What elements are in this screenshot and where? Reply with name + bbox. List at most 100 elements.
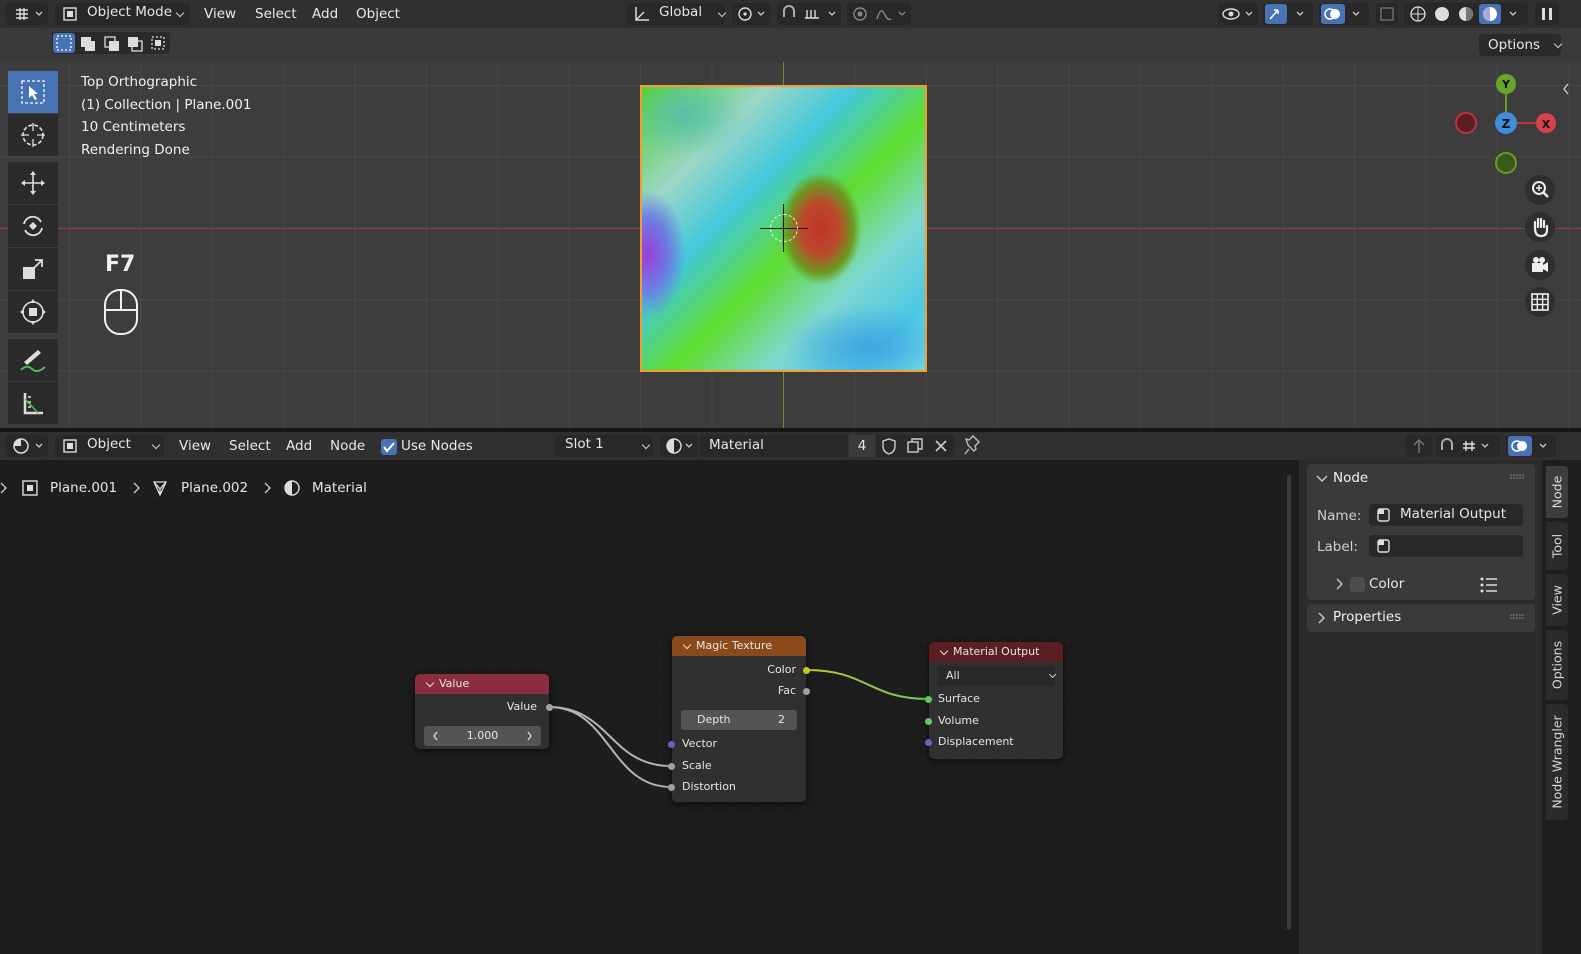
- menu-select[interactable]: Select: [255, 4, 297, 24]
- tab-view[interactable]: View: [1546, 574, 1568, 626]
- tab-node-label: Node: [1549, 475, 1565, 509]
- menu-add[interactable]: Add: [312, 4, 338, 24]
- output-target-dropdown[interactable]: All: [938, 666, 1057, 686]
- sidebar-expand-icon[interactable]: [1561, 82, 1571, 96]
- chevron-right-icon[interactable]: [1316, 612, 1328, 624]
- use-nodes-checkbox[interactable]: [381, 439, 397, 455]
- arrow-up-icon: [1413, 439, 1425, 453]
- list-icon[interactable]: [1479, 576, 1499, 594]
- move-tool[interactable]: [8, 162, 58, 204]
- drag-handle-icon[interactable]: [1509, 473, 1525, 483]
- annotate-tool[interactable]: [8, 339, 58, 381]
- xray-toggle[interactable]: [1376, 3, 1398, 25]
- options-label: Options: [1488, 37, 1541, 53]
- duplicate-icon[interactable]: [902, 435, 928, 457]
- navigation-gizmo[interactable]: Y Z X: [1452, 68, 1562, 178]
- magic-scale-socket[interactable]: [668, 763, 675, 770]
- node-menu-add[interactable]: Add: [286, 436, 312, 456]
- visibility-dropdown[interactable]: [1218, 3, 1258, 25]
- overlays-toggle[interactable]: [1319, 3, 1369, 25]
- pan-button[interactable]: [1525, 212, 1555, 242]
- rotate-tool[interactable]: [8, 205, 58, 247]
- ortho-toggle-button[interactable]: [1525, 287, 1555, 317]
- zoom-button[interactable]: [1525, 175, 1555, 205]
- menu-view[interactable]: View: [204, 4, 236, 24]
- tab-tool[interactable]: Tool: [1546, 522, 1568, 570]
- tab-node[interactable]: Node: [1546, 466, 1568, 518]
- mode-dropdown[interactable]: Object Mode: [55, 3, 190, 25]
- value-number-field[interactable]: 1.000: [424, 726, 541, 746]
- magic-texture-node[interactable]: Magic Texture Color Fac Depth 2 Vector S…: [668, 636, 810, 802]
- proportional-editing[interactable]: [847, 3, 911, 25]
- properties-panel-title[interactable]: Properties: [1333, 609, 1401, 625]
- surface-socket[interactable]: [925, 696, 932, 703]
- material-output-header[interactable]: Material Output: [929, 642, 1063, 662]
- pause-render-button[interactable]: [1535, 3, 1559, 25]
- node-name-field[interactable]: Material Output: [1369, 504, 1523, 526]
- color-label[interactable]: Color: [1369, 576, 1404, 592]
- node-overlays-toggle[interactable]: [1506, 435, 1556, 457]
- drag-handle-icon[interactable]: [1509, 613, 1525, 623]
- tab-options[interactable]: Options: [1546, 630, 1568, 700]
- user-count[interactable]: 4: [849, 435, 875, 457]
- value-node-header[interactable]: Value: [415, 674, 549, 694]
- scale-tool[interactable]: [8, 248, 58, 290]
- magic-distortion-socket[interactable]: [668, 784, 675, 791]
- tab-node-wrangler[interactable]: Node Wrangler: [1546, 704, 1568, 820]
- node-menu-node[interactable]: Node: [330, 436, 365, 456]
- node-label-field[interactable]: [1369, 535, 1523, 557]
- select-box-tool[interactable]: [8, 71, 58, 113]
- orientation-dropdown[interactable]: Global: [627, 3, 727, 25]
- volume-label: Volume: [938, 714, 979, 727]
- editor-type-button[interactable]: [6, 3, 48, 25]
- gizmo-z-label: Z: [1502, 117, 1511, 131]
- chevron-down-icon[interactable]: [1316, 473, 1328, 485]
- node-menu-view[interactable]: View: [179, 436, 211, 456]
- options-dropdown[interactable]: Options: [1479, 34, 1563, 56]
- menu-object[interactable]: Object: [356, 4, 400, 24]
- editor-type-button[interactable]: [6, 435, 48, 457]
- magic-vector-socket[interactable]: [668, 741, 675, 748]
- value-output-socket[interactable]: [546, 704, 553, 711]
- magic-color-socket[interactable]: [803, 667, 810, 674]
- label-label: Label:: [1317, 539, 1358, 555]
- snapping-group[interactable]: [777, 3, 841, 25]
- decrement-icon[interactable]: [430, 726, 440, 746]
- value-node[interactable]: Value Value 1.000: [415, 674, 553, 749]
- fake-user-shield-icon[interactable]: [876, 435, 902, 457]
- measure-tool[interactable]: [8, 382, 58, 424]
- use-nodes-label[interactable]: Use Nodes: [401, 436, 473, 456]
- unlink-x-icon[interactable]: [928, 435, 954, 457]
- magic-texture-header[interactable]: Magic Texture: [672, 636, 806, 656]
- slot-dropdown[interactable]: Slot 1: [555, 435, 653, 457]
- material-browse-button[interactable]: [660, 435, 698, 457]
- selection-mode-icons[interactable]: [52, 32, 172, 56]
- displacement-socket[interactable]: [925, 739, 932, 746]
- material-output-node[interactable]: Material Output All Surface Volume Displ…: [925, 642, 1063, 759]
- chevron-right-icon[interactable]: [1335, 578, 1345, 590]
- gizmo-toggle[interactable]: [1263, 3, 1313, 25]
- 3d-viewport[interactable]: Top Orthographic (1) Collection | Plane.…: [0, 62, 1581, 428]
- node-menu-select[interactable]: Select: [229, 436, 271, 456]
- rotate-icon: [23, 215, 43, 237]
- node-snapping[interactable]: [1436, 435, 1500, 457]
- magic-fac-socket[interactable]: [803, 688, 810, 695]
- volume-socket[interactable]: [925, 718, 932, 725]
- color-checkbox[interactable]: [1350, 577, 1365, 592]
- depth-field[interactable]: Depth 2: [681, 710, 797, 730]
- increment-icon[interactable]: [525, 726, 535, 746]
- node-panel-title[interactable]: Node: [1333, 470, 1368, 486]
- cursor-tool[interactable]: [8, 114, 58, 156]
- shading-modes[interactable]: [1404, 3, 1528, 25]
- parent-node-tree-button[interactable]: [1406, 435, 1432, 457]
- camera-view-button[interactable]: [1525, 250, 1555, 280]
- material-name-field[interactable]: Material: [700, 435, 848, 457]
- area-divider[interactable]: [0, 428, 1581, 432]
- transform-tool[interactable]: [8, 291, 58, 333]
- pivot-dropdown[interactable]: [732, 3, 770, 25]
- 3d-cursor-icon[interactable]: [770, 214, 798, 242]
- cursor-icon: [21, 123, 45, 147]
- pin-icon[interactable]: [961, 435, 983, 457]
- shader-type-dropdown[interactable]: Object: [55, 435, 164, 457]
- chevron-down-icon: [175, 8, 185, 18]
